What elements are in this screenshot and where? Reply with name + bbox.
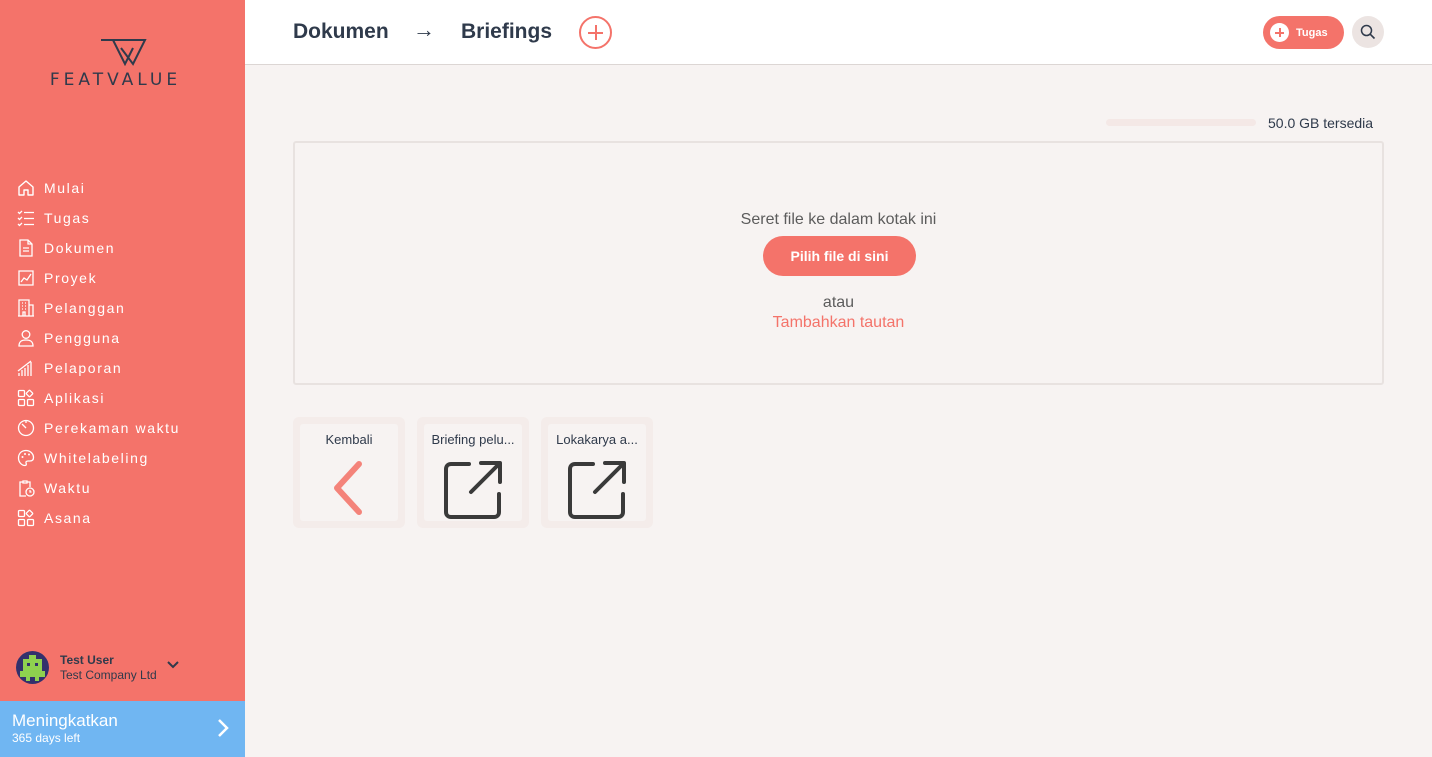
- sidebar-item-label: Proyek: [44, 270, 98, 286]
- sidebar-item-pelaporan[interactable]: Pelaporan: [16, 353, 180, 383]
- external-link-icon: [568, 461, 626, 519]
- sidebar-item-tugas[interactable]: Tugas: [16, 203, 180, 233]
- or-text: atau: [822, 294, 855, 311]
- logo-text: FEATVALUE: [49, 70, 182, 90]
- external-link-icon: [444, 461, 502, 519]
- sidebar-item-mulai[interactable]: Mulai: [16, 173, 180, 203]
- breadcrumb-briefings: Briefings: [461, 20, 553, 43]
- chevron-right-icon: [217, 718, 229, 743]
- sidebar-item-pengguna[interactable]: Pengguna: [16, 323, 180, 353]
- sidebar-item-label: Tugas: [44, 210, 91, 226]
- user-company: Test Company Ltd: [60, 667, 157, 682]
- palette-icon: [16, 448, 36, 468]
- document-icon: [16, 238, 36, 258]
- sidebar-item-perekaman-waktu[interactable]: Perekaman waktu: [16, 413, 180, 443]
- apps-icon: [16, 508, 36, 528]
- sidebar-item-proyek[interactable]: Proyek: [16, 263, 180, 293]
- file-tile[interactable]: Briefing pelu...: [417, 417, 529, 528]
- home-icon: [16, 178, 36, 198]
- tile-label: Kembali: [325, 432, 373, 447]
- user-name: Test User: [60, 652, 114, 667]
- logo[interactable]: FEATVALUE: [0, 38, 245, 90]
- add-task-button[interactable]: Tugas: [1263, 16, 1344, 49]
- sidebar-item-label: Perekaman waktu: [44, 420, 181, 436]
- upgrade-banner[interactable]: Meningkatkan 365 days left: [0, 701, 245, 757]
- sidebar-item-dokumen[interactable]: Dokumen: [16, 233, 180, 263]
- sidebar-item-label: Whitelabeling: [44, 450, 149, 466]
- add-task-label: Tugas: [1296, 26, 1328, 39]
- sidebar-item-waktu[interactable]: Waktu: [16, 473, 180, 503]
- dropzone-hint: Seret file ke dalam kotak ini: [740, 211, 937, 228]
- sidebar-item-label: Dokumen: [44, 240, 116, 256]
- upgrade-title: Meningkatkan: [12, 711, 118, 730]
- add-folder-button[interactable]: [579, 16, 612, 49]
- choose-file-button[interactable]: Pilih file di sini: [763, 236, 916, 276]
- chart-icon: [16, 268, 36, 288]
- search-button[interactable]: [1352, 16, 1384, 48]
- sidebar-item-asana[interactable]: Asana: [16, 503, 180, 533]
- upgrade-days-left: 365 days left: [12, 731, 81, 745]
- search-icon: [1360, 24, 1376, 40]
- storage-bar: [1106, 119, 1256, 126]
- bars-icon: [16, 358, 36, 378]
- sidebar-item-label: Mulai: [44, 180, 86, 196]
- user-menu[interactable]: Test User Test Company Ltd: [16, 651, 179, 684]
- plus-icon: [1270, 23, 1289, 42]
- sidebar-item-label: Asana: [44, 510, 92, 526]
- building-icon: [16, 298, 36, 318]
- user-icon: [16, 328, 36, 348]
- sidebar-item-label: Pengguna: [44, 330, 121, 346]
- chevron-left-icon: [334, 461, 362, 515]
- file-tile[interactable]: Lokakarya a...: [541, 417, 653, 528]
- checklist-icon: [16, 208, 36, 228]
- back-tile[interactable]: Kembali: [293, 417, 405, 528]
- tile-label: Lokakarya a...: [556, 432, 638, 447]
- sidebar-item-label: Aplikasi: [44, 390, 106, 406]
- sidebar-nav: Mulai Tugas Dokumen Proyek Pelanggan Pen…: [16, 173, 180, 533]
- sidebar-item-label: Pelanggan: [44, 300, 126, 316]
- apps-icon: [16, 388, 36, 408]
- sidebar-item-whitelabeling[interactable]: Whitelabeling: [16, 443, 180, 473]
- tile-label: Briefing pelu...: [431, 432, 515, 447]
- add-link-button[interactable]: Tambahkan tautan: [295, 314, 1382, 332]
- breadcrumb-dokumen[interactable]: Dokumen: [293, 20, 389, 44]
- avatar: [16, 651, 49, 684]
- storage-available: 50.0 GB tersedia: [1268, 115, 1374, 131]
- top-header: Dokumen → Briefings Tugas: [245, 0, 1432, 65]
- sidebar-item-pelanggan[interactable]: Pelanggan: [16, 293, 180, 323]
- breadcrumb-arrow-icon: →: [413, 17, 435, 42]
- timer-icon: [16, 418, 36, 438]
- sidebar-item-label: Waktu: [44, 480, 92, 496]
- sidebar: FEATVALUE Mulai Tugas Dokumen Proyek Pel…: [0, 0, 245, 757]
- chevron-down-icon[interactable]: [167, 656, 179, 674]
- sidebar-item-label: Pelaporan: [44, 360, 123, 376]
- logo-mark-icon: [100, 39, 147, 66]
- clipboard-clock-icon: [16, 478, 36, 498]
- sidebar-item-aplikasi[interactable]: Aplikasi: [16, 383, 180, 413]
- file-dropzone[interactable]: Seret file ke dalam kotak ini Pilih file…: [293, 141, 1384, 385]
